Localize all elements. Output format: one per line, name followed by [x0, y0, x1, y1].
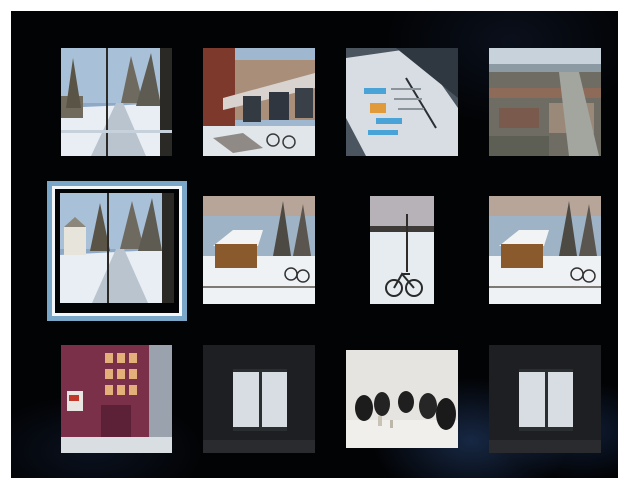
wooden-shed-image	[489, 196, 601, 304]
thumbnail-10[interactable]	[203, 345, 315, 453]
bicycle-snow-image	[370, 196, 434, 304]
thumbnail-2[interactable]	[203, 48, 315, 156]
dark-window-image	[489, 345, 601, 453]
thumbnail-6[interactable]	[203, 196, 315, 304]
thumbnail-12[interactable]	[489, 345, 601, 453]
dark-window-image	[203, 345, 315, 453]
thumbnail-1[interactable]	[61, 48, 172, 156]
thumbnail-5[interactable]	[60, 193, 174, 303]
thumbnail-8[interactable]	[489, 196, 601, 304]
wooden-shed-image	[203, 196, 315, 304]
snowy-road-image	[60, 193, 174, 303]
brick-building-image	[203, 48, 315, 156]
thumbnail-7[interactable]	[370, 196, 434, 304]
meeting-room-image	[346, 350, 458, 448]
thumbnail-11[interactable]	[346, 350, 458, 448]
thumbnail-4[interactable]	[489, 48, 601, 156]
thumbnail-9[interactable]	[61, 345, 172, 453]
snowy-road-image	[61, 48, 172, 156]
aerial-city-image	[489, 48, 601, 156]
documents-image	[346, 48, 458, 156]
thumbnail-3[interactable]	[346, 48, 458, 156]
red-building-image	[61, 345, 172, 453]
